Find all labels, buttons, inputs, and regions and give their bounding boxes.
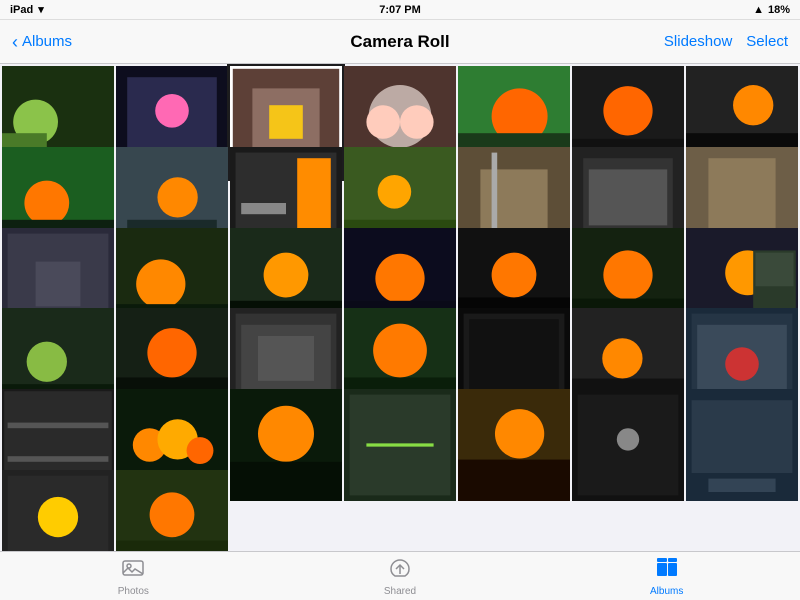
status-left: iPad ▾ [10,3,44,16]
status-bar: iPad ▾ 7:07 PM ▲ 18% [0,0,800,20]
photos-tab-icon [121,556,145,584]
albums-tab-icon [655,556,679,584]
carrier-label: iPad [10,4,33,16]
photo-thumb[interactable] [116,470,228,551]
photo-grid [0,64,800,551]
back-button[interactable]: ‹ Albums [12,33,72,51]
select-button[interactable]: Select [746,33,788,50]
nav-title: Camera Roll [350,32,449,52]
albums-tab-label: Albums [650,586,683,597]
photo-thumb[interactable] [686,389,798,501]
tab-photos[interactable]: Photos [0,556,267,597]
photo-thumb[interactable] [458,389,570,501]
tab-shared[interactable]: Shared [267,556,534,597]
photo-thumb[interactable] [230,389,342,501]
slideshow-button[interactable]: Slideshow [664,33,732,50]
nav-actions: Slideshow Select [664,33,788,50]
signal-icon: ▲ [753,4,764,16]
status-time: 7:07 PM [379,4,421,16]
battery-label: 18% [768,4,790,16]
photo-thumb[interactable] [344,389,456,501]
wifi-icon: ▾ [38,3,44,16]
status-right: ▲ 18% [753,4,790,16]
tab-bar: Photos Shared Albums [0,551,800,600]
photo-thumb[interactable] [572,389,684,501]
photo-thumb[interactable] [2,470,114,551]
shared-tab-label: Shared [384,586,416,597]
nav-bar: ‹ Albums Camera Roll Slideshow Select [0,20,800,64]
back-chevron-icon: ‹ [12,33,18,51]
back-label: Albums [22,33,72,50]
shared-tab-icon [388,556,412,584]
tab-albums[interactable]: Albums [533,556,800,597]
photos-tab-label: Photos [118,586,149,597]
